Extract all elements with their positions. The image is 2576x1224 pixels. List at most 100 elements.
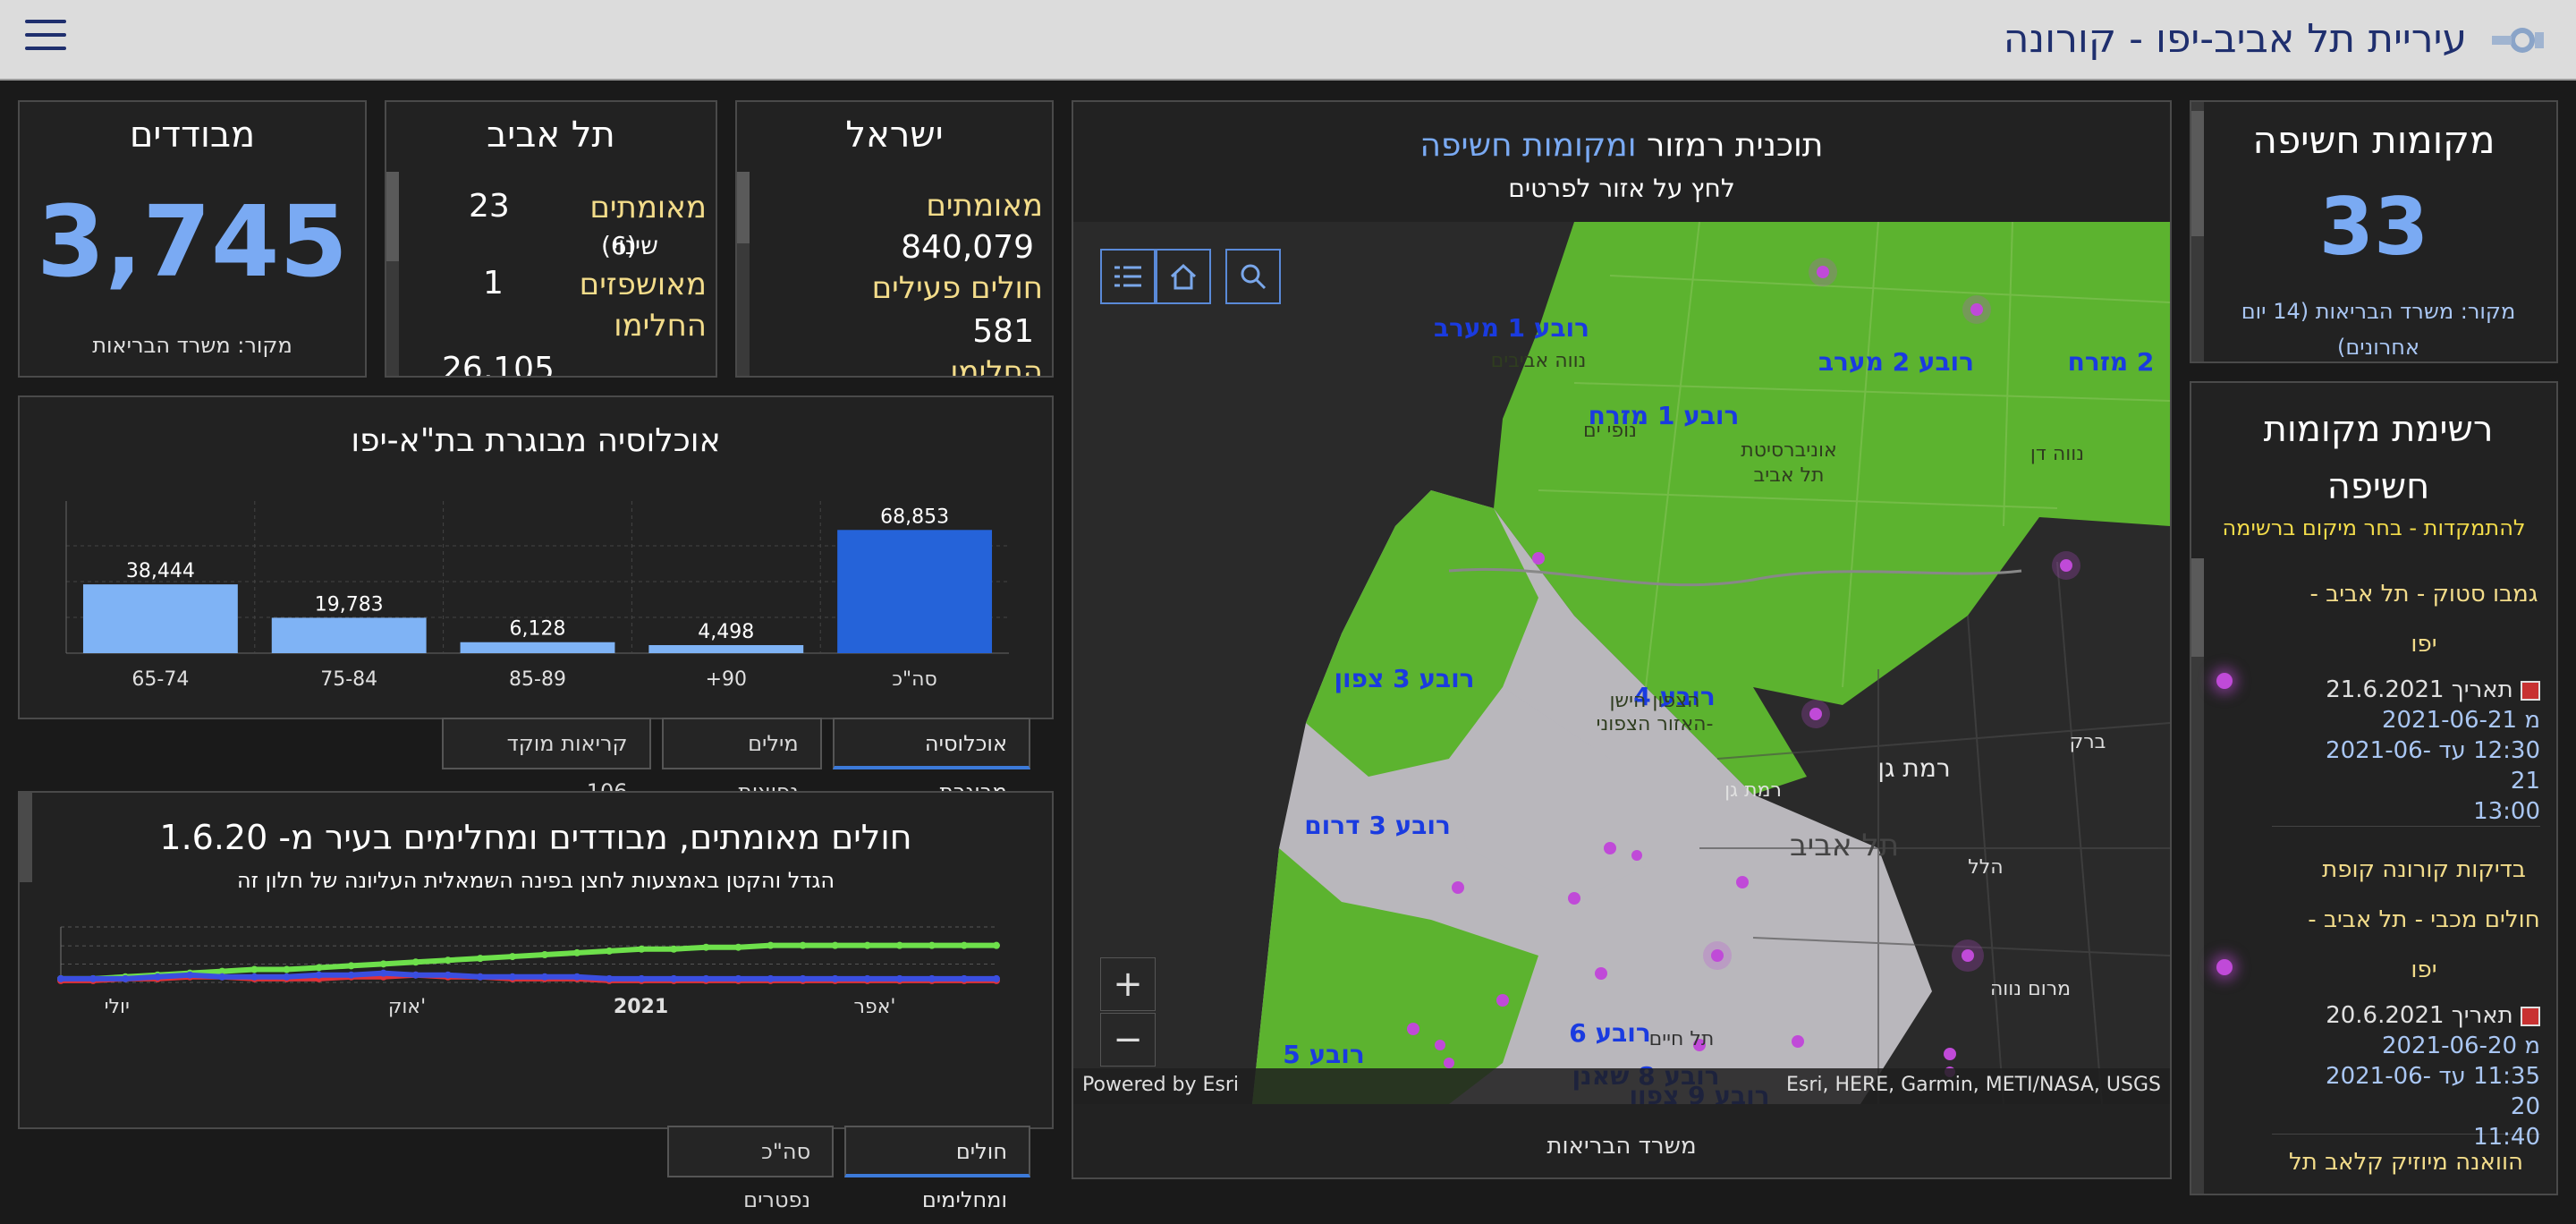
map-label-place: אוניברסיטת (1741, 439, 1837, 462)
list-item[interactable]: בדיקות קורונה קופת חולים מכבי - תל אביב … (2272, 839, 2540, 1151)
city-logo-icon (2492, 28, 2544, 53)
map-label-place: הצפון הישן (1609, 690, 1699, 712)
bar[interactable] (82, 584, 238, 653)
exposure-date-label: תאריך (2451, 676, 2513, 703)
map-label-quarter: רובע 6 (1569, 1018, 1650, 1048)
elderly-tabs: אוכלוסיה מבוגרת מילים נפוצות קריאות מוקד… (442, 718, 1030, 804)
israel-title: ישראל (845, 115, 944, 156)
data-point (218, 973, 226, 981)
data-point (315, 971, 323, 979)
bar[interactable] (460, 642, 615, 653)
data-point (863, 941, 871, 949)
exposure-title: מקומות חשיפה (2252, 118, 2496, 162)
map-label-place: תל חיים (1649, 1028, 1715, 1050)
map-canvas[interactable]: רובע 1 מערב רובע 2 מערב 2 מזרח רובע 1 מז… (1073, 222, 2170, 1104)
exposure-list-hint: להתמקדות - בחר מיקום ברשימה (2222, 515, 2526, 540)
calendar-icon (2521, 680, 2540, 701)
data-point (670, 945, 678, 953)
data-point (799, 941, 807, 949)
bar[interactable] (837, 530, 993, 653)
map-search-button[interactable] (1225, 249, 1281, 304)
menu-icon[interactable] (25, 20, 66, 55)
bar-value-label: 4,498 (698, 621, 754, 643)
stat-value: 26,105 (442, 351, 555, 378)
powered-by-esri[interactable]: Powered by Esri (1082, 1074, 1239, 1096)
isolated-title: מבודדים (129, 115, 256, 156)
legend-list-icon (1114, 266, 1141, 287)
tel-aviv-scrollbar[interactable] (386, 172, 399, 376)
data-point (411, 958, 419, 966)
data-point (670, 974, 678, 982)
data-point (444, 956, 452, 965)
exposure-time-from: 12:30 (2473, 737, 2540, 764)
tab-common-words[interactable]: מילים נפוצות (661, 718, 822, 804)
data-point (411, 971, 419, 979)
data-point (767, 941, 775, 949)
data-point (734, 943, 742, 951)
header-bar: עיריית תל אביב-יפו - קורונה (0, 0, 2576, 81)
map-label-quarter: רובע 3 צפון (1334, 664, 1474, 693)
x-tick-label: 2021 (614, 996, 668, 1018)
search-icon (1241, 264, 1267, 290)
map-panel: תוכנית רמזור ומקומות חשיפה לחץ על אזור ל… (1072, 100, 2172, 1179)
map-label-place: ברק (2070, 731, 2106, 753)
data-point (799, 974, 807, 982)
calendar-icon (2521, 1006, 2540, 1026)
tab-106-calls[interactable]: קריאות מוקד 106 (442, 718, 651, 804)
tab-elderly-population[interactable]: אוכלוסיה מבוגרת (832, 718, 1030, 804)
x-tick-label: +90 (706, 668, 747, 691)
map-label-city: רמת גן (1877, 753, 1950, 783)
series-line[interactable] (58, 970, 999, 982)
exposure-list-panel: רשימת מקומות חשיפה להתמקדות - בחר מיקום … (2190, 381, 2558, 1195)
map-label-place: מרום נווה (1990, 978, 2071, 1000)
exposure-list-scrollbar[interactable] (2191, 558, 2204, 1194)
map-label-quarter: רובע 3 דרום (1304, 811, 1451, 840)
exposure-from: מ 2021-06-20 (2381, 1033, 2540, 1059)
elderly-bar-chart: 68,853 סה"כ 4,498 +90 6,128 85-89 19,783 75-84 3… (65, 501, 1009, 691)
data-point (444, 971, 452, 979)
bar[interactable] (271, 617, 427, 653)
tel-aviv-title: תל אביב (487, 115, 615, 156)
data-point (638, 945, 646, 953)
map-home-button[interactable] (1156, 249, 1211, 304)
data-point (960, 974, 968, 982)
map-graphic: רובע 1 מערב רובע 2 מערב 2 מזרח רובע 1 מז… (1073, 222, 2170, 1104)
map-title-part1: תוכנית רמזור (1647, 127, 1824, 164)
map-label-quarter: 2 מזרח (2068, 347, 2155, 377)
map-legend-button[interactable] (1100, 249, 1156, 304)
exposure-date: 20.6.2021 (2326, 1002, 2445, 1029)
data-point (347, 971, 355, 979)
zoom-out-button[interactable]: − (1100, 1013, 1156, 1067)
tab-patients-recovered[interactable]: חולים ומחלימים (844, 1126, 1030, 1212)
data-point (154, 973, 162, 981)
zoom-in-button[interactable]: + (1100, 957, 1156, 1011)
map-label-city: תל אביב (1790, 828, 1899, 863)
stat-value: 581 (972, 313, 1034, 350)
map-title: תוכנית רמזור ומקומות חשיפה (1073, 127, 2170, 164)
map-source-footer: משרד הבריאות (1546, 1133, 1697, 1160)
bar[interactable] (648, 645, 804, 653)
list-item[interactable]: הוואנה מיוזיק קלאב תל (2272, 1143, 2540, 1194)
data-point (863, 974, 871, 982)
data-point (993, 974, 1000, 982)
israel-panel: ישראל מאומתים 840,079 חולים פעילים 581 ה… (735, 100, 1054, 378)
data-point (606, 974, 614, 982)
map-label-place: נווה דן (2030, 443, 2084, 465)
tab-total-deaths[interactable]: סה"כ נפטרים (667, 1126, 835, 1212)
map-label-place: רמת גן (1724, 779, 1782, 802)
data-point (379, 969, 387, 977)
data-point (606, 947, 614, 955)
bar-value-label: 19,783 (315, 593, 384, 616)
app-title: עיריית תל אביב-יפו - קורונה (2003, 16, 2467, 62)
stat-value: 23 (469, 188, 510, 225)
exposure-list-title: רשימת מקומות חשיפה (2263, 409, 2494, 507)
israel-scrollbar[interactable] (737, 172, 750, 376)
data-point (541, 951, 549, 958)
data-point (831, 941, 839, 949)
data-point (573, 948, 581, 956)
list-item[interactable]: גמבו סטוק - תל אביב - יפו תאריך 21.6.202… (2272, 558, 2540, 827)
exposure-from: מ 2021-06-21 (2381, 707, 2540, 734)
x-tick-label: 75-84 (320, 668, 377, 691)
exposure-place-name: הוואנה מיוזיק קלאב תל (2288, 1149, 2524, 1176)
exposure-dot-icon (2216, 959, 2233, 975)
